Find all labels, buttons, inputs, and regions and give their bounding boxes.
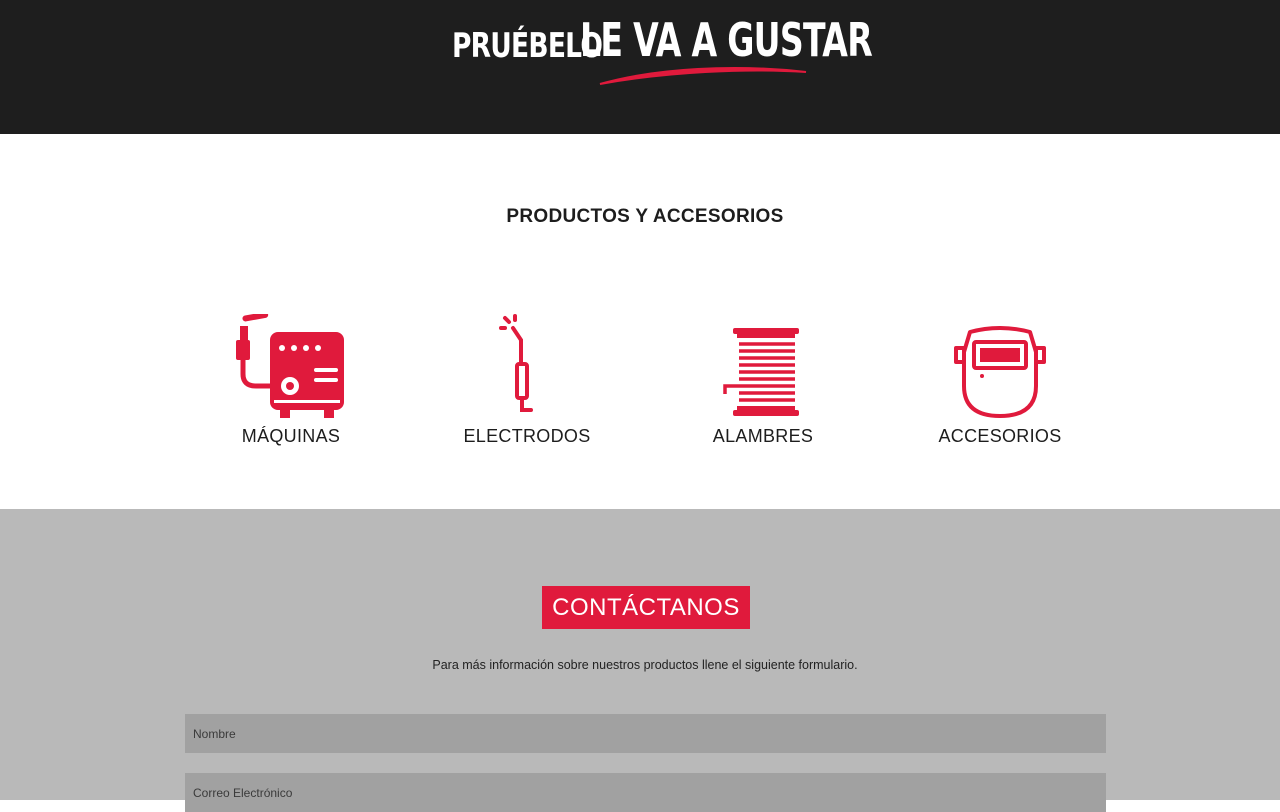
- product-label-electrodes: ELECTRODOS: [463, 426, 591, 446]
- welding-machine-icon: [236, 314, 344, 418]
- swoosh-underline-icon: [599, 67, 807, 85]
- welding-mask-icon: [954, 326, 1046, 418]
- slogan: PRUÉBELO LE VA A GUSTAR: [452, 13, 873, 67]
- name-field[interactable]: [185, 714, 1106, 753]
- slogan-big: LE VA A GUSTAR: [580, 13, 873, 67]
- product-accessories[interactable]: ACCESORIOS: [882, 314, 1118, 454]
- email-field[interactable]: [185, 773, 1106, 812]
- product-label-machines: MÁQUINAS: [241, 426, 341, 446]
- product-wires[interactable]: ALAMBRES: [645, 314, 881, 454]
- contact-section: CONTÁCTANOS Para más información sobre n…: [0, 509, 1280, 800]
- product-electrodes[interactable]: ELECTRODOS: [409, 314, 645, 454]
- contact-description: Para más información sobre nuestros prod…: [432, 658, 858, 672]
- wire-spool-icon: [723, 328, 799, 416]
- product-label-accessories: ACCESORIOS: [938, 426, 1062, 446]
- contact-heading: CONTÁCTANOS: [542, 586, 750, 629]
- electrode-icon: [499, 314, 533, 412]
- product-label-wires: ALAMBRES: [712, 426, 814, 446]
- products-section: PRODUCTOS Y ACCESORIOS MÁQUINAS ELECTROD…: [0, 134, 1280, 509]
- products-title: PRODUCTOS Y ACCESORIOS: [506, 206, 784, 227]
- hero-banner: PRUÉBELO LE VA A GUSTAR: [0, 0, 1280, 134]
- slogan-small: PRUÉBELO: [452, 26, 603, 66]
- product-machines[interactable]: MÁQUINAS: [173, 314, 409, 454]
